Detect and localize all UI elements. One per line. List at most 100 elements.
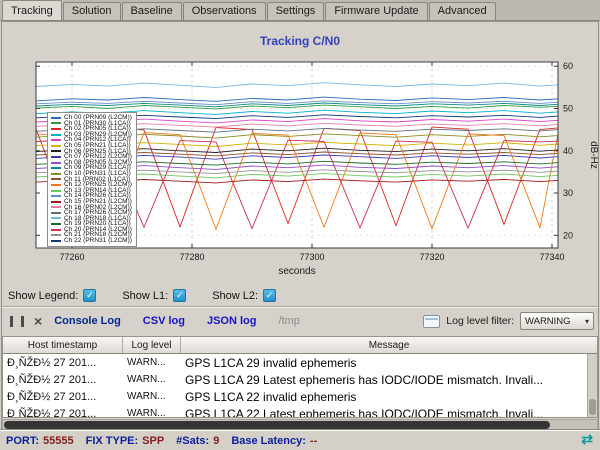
legend-swatch: [51, 178, 61, 180]
legend-swatch: [51, 145, 61, 147]
console-log-title: Console Log: [54, 315, 121, 327]
legend-swatch: [51, 217, 61, 219]
cell-ts: Ð¸ÑŽÐ½ 27 201...: [3, 371, 123, 388]
fix-type-label: FIX TYPE:: [86, 435, 139, 447]
svg-text:30: 30: [563, 188, 573, 198]
svg-text:50: 50: [563, 104, 573, 114]
base-latency-value: --: [310, 435, 317, 447]
svg-text:77320: 77320: [419, 252, 444, 262]
table-row[interactable]: Ð¸ÑŽÐ½ 27 201...WARN...GPS L1CA 29 inval…: [3, 354, 597, 371]
legend-swatch: [51, 167, 61, 169]
log-level-filter-label: Log level filter:: [446, 315, 514, 327]
legend-swatch: [51, 156, 61, 158]
legend-swatch: [51, 162, 61, 164]
legend-swatch: [51, 150, 61, 152]
cell-msg: GPS L1CA 22 Latest ephemeris has IODC/IO…: [181, 405, 597, 418]
column-header-log-level[interactable]: Log level: [123, 337, 181, 353]
cell-msg: GPS L1CA 22 invalid ephemeris: [181, 388, 597, 405]
log-level-filter-value: WARNING: [525, 316, 585, 327]
log-directory-path: /tmp: [278, 315, 299, 327]
legend-swatch: [51, 229, 61, 231]
legend-swatch: [51, 134, 61, 136]
refresh-icon[interactable]: ⇄: [581, 431, 593, 448]
svg-text:seconds: seconds: [278, 266, 315, 277]
pause-icon[interactable]: [10, 316, 24, 327]
check-icon: ✓: [176, 291, 184, 300]
log-table-header: Host timestamp Log level Message: [3, 337, 597, 354]
cell-lvl: WARN...: [123, 371, 181, 388]
legend-swatch: [51, 240, 61, 242]
svg-text:77280: 77280: [179, 252, 204, 262]
cell-lvl: WARN...: [123, 405, 181, 418]
show-l2-checkbox[interactable]: ✓: [263, 289, 276, 302]
svg-text:dB-Hz: dB-Hz: [588, 141, 599, 169]
log-table-body: Ð¸ÑŽÐ½ 27 201...WARN...GPS L1CA 29 inval…: [3, 354, 597, 418]
log-level-filter-dropdown[interactable]: WARNING ▾: [520, 312, 594, 330]
legend-swatch: [51, 201, 61, 203]
clear-icon[interactable]: ×: [34, 314, 42, 328]
csv-log-link[interactable]: CSV log: [143, 315, 185, 327]
table-row[interactable]: Ð¸ÑŽÐ½ 27 201...WARN...GPS L1CA 29 Lates…: [3, 371, 597, 388]
cell-msg: GPS L1CA 29 invalid ephemeris: [181, 354, 597, 371]
tab-baseline[interactable]: Baseline: [122, 2, 182, 20]
tab-solution[interactable]: Solution: [63, 2, 121, 20]
cell-lvl: WARN...: [123, 388, 181, 405]
svg-text:60: 60: [563, 61, 573, 71]
json-log-link[interactable]: JSON log: [207, 315, 257, 327]
console-toolbar: × Console Log CSV log JSON log /tmp Log …: [6, 309, 594, 333]
legend-swatch: [51, 173, 61, 175]
column-header-host-timestamp[interactable]: Host timestamp: [3, 337, 123, 353]
cell-ts: Ð¸ÑŽÐ½ 27 201...: [3, 405, 123, 418]
horizontal-scrollbar-thumb[interactable]: [4, 421, 550, 429]
legend-swatch: [51, 195, 61, 197]
cell-lvl: WARN...: [123, 354, 181, 371]
show-l2-label: Show L2:: [212, 290, 258, 302]
show-l1-label: Show L1:: [122, 290, 168, 302]
legend-entry: Ch 22 (PRN31 (L2CM)): [51, 238, 132, 244]
port-value: 55555: [43, 435, 74, 447]
cell-ts: Ð¸ÑŽÐ½ 27 201...: [3, 354, 123, 371]
table-row[interactable]: Ð¸ÑŽÐ½ 27 201...WARN...GPS L1CA 22 inval…: [3, 388, 597, 405]
svg-text:40: 40: [563, 146, 573, 156]
svg-text:77260: 77260: [59, 252, 84, 262]
column-header-message[interactable]: Message: [181, 337, 597, 353]
port-label: PORT:: [6, 435, 39, 447]
table-row[interactable]: Ð¸ÑŽÐ½ 27 201...WARN...GPS L1CA 22 Lates…: [3, 405, 597, 418]
check-icon: ✓: [266, 291, 274, 300]
check-icon: ✓: [86, 291, 94, 300]
legend-swatch: [51, 122, 61, 124]
show-legend-label: Show Legend:: [8, 290, 78, 302]
chevron-down-icon: ▾: [585, 317, 589, 326]
tab-observations[interactable]: Observations: [183, 2, 266, 20]
legend-swatch: [51, 117, 61, 119]
chart-legend: Ch 00 (PRN09 (L2CM))Ch 01 (PRN30 (L1CA))…: [47, 112, 137, 247]
tab-bar: TrackingSolutionBaselineObservationsSett…: [0, 0, 600, 21]
sats-label: #Sats:: [176, 435, 209, 447]
vertical-scrollbar[interactable]: [587, 354, 597, 417]
legend-swatch: [51, 139, 61, 141]
tab-settings[interactable]: Settings: [267, 2, 325, 20]
fix-type-value: SPP: [142, 435, 164, 447]
show-legend-checkbox[interactable]: ✓: [83, 289, 96, 302]
cell-ts: Ð¸ÑŽÐ½ 27 201...: [3, 388, 123, 405]
tab-advanced[interactable]: Advanced: [429, 2, 496, 20]
legend-swatch: [51, 184, 61, 186]
chart-title: Tracking C/N0: [0, 34, 600, 48]
chart-controls: Show Legend: ✓ Show L1: ✓ Show L2: ✓: [8, 289, 302, 302]
log-filter-icon: [423, 315, 440, 328]
console-log-table: Host timestamp Log level Message Ð¸ÑŽÐ½ …: [2, 336, 598, 418]
tab-firmware-update[interactable]: Firmware Update: [325, 2, 427, 20]
svg-text:20: 20: [563, 230, 573, 240]
legend-swatch: [51, 223, 61, 225]
legend-swatch: [51, 206, 61, 208]
tab-tracking[interactable]: Tracking: [2, 0, 62, 20]
sats-value: 9: [213, 435, 219, 447]
status-bar: PORT: 55555 FIX TYPE: SPP #Sats: 9 Base …: [0, 430, 600, 450]
show-l1-checkbox[interactable]: ✓: [173, 289, 186, 302]
legend-swatch: [51, 212, 61, 214]
legend-swatch: [51, 234, 61, 236]
cell-msg: GPS L1CA 29 Latest ephemeris has IODC/IO…: [181, 371, 597, 388]
svg-text:77340: 77340: [539, 252, 564, 262]
vertical-scrollbar-thumb[interactable]: [589, 399, 596, 415]
legend-label: Ch 22 (PRN31 (L2CM)): [64, 238, 132, 244]
